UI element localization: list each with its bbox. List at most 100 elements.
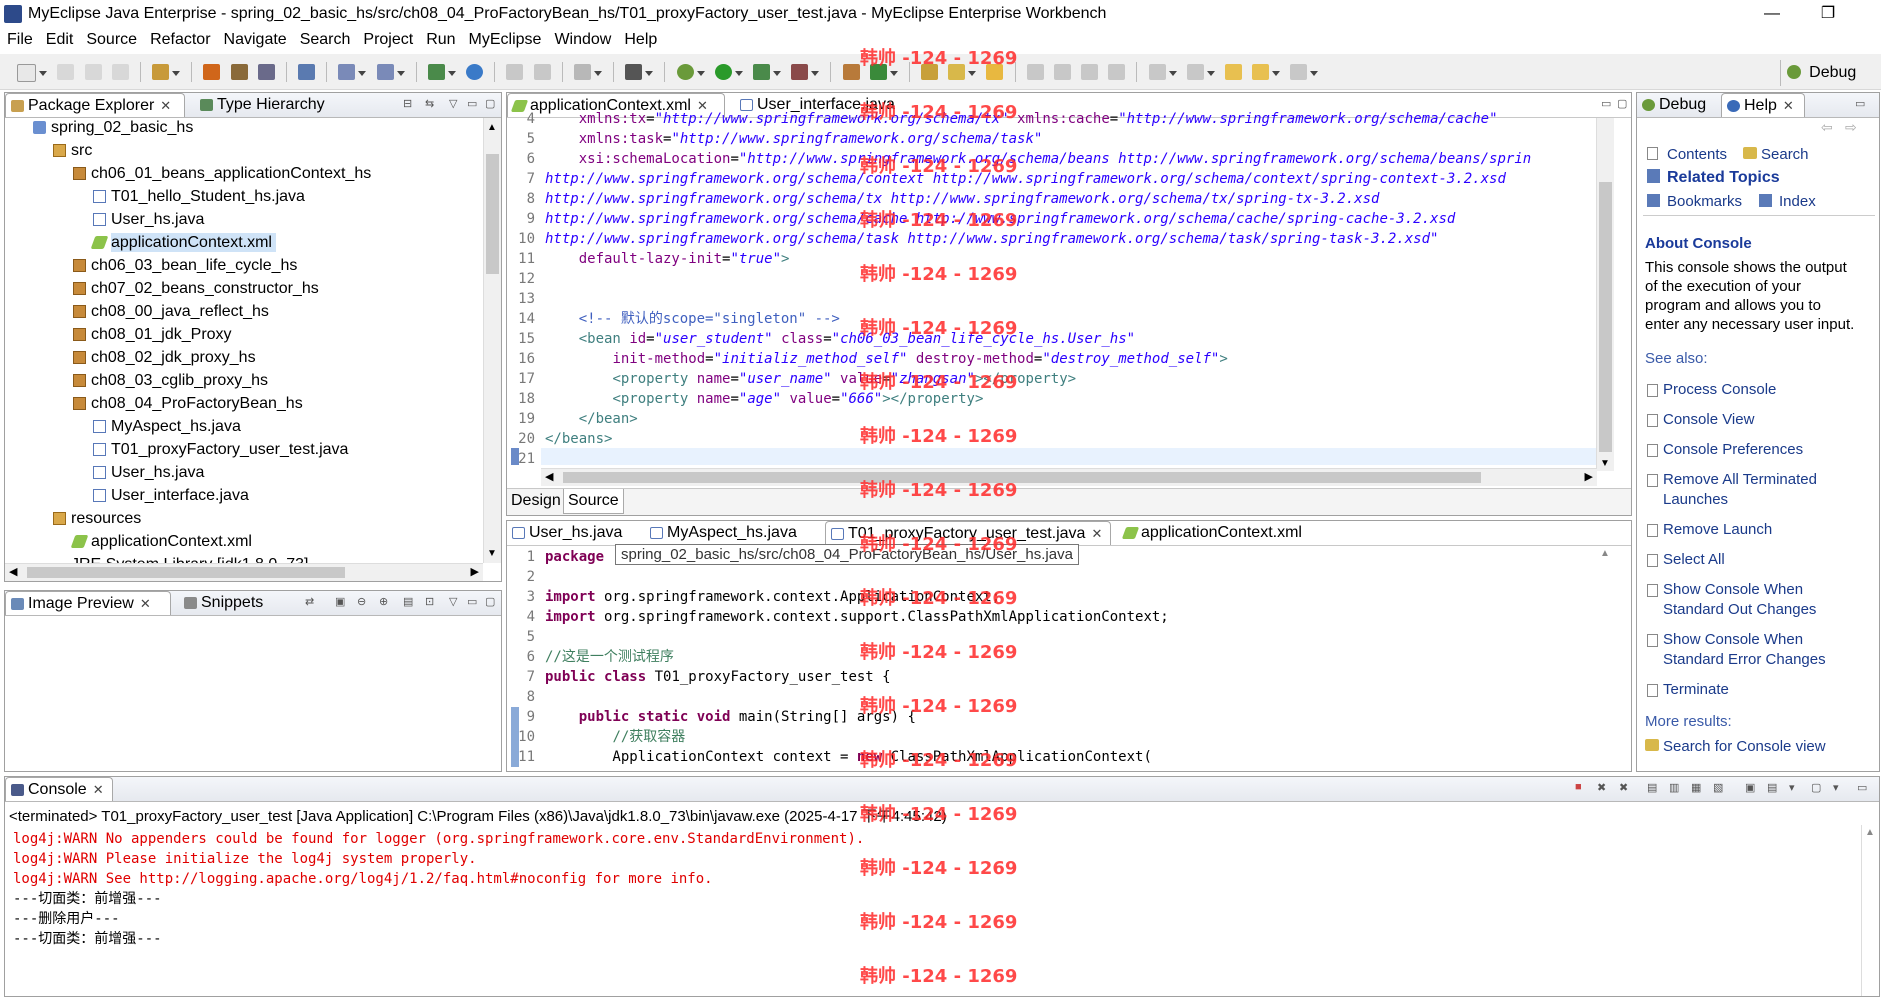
- help-topic-link[interactable]: Remove Launch: [1663, 521, 1772, 538]
- tree-node[interactable]: ch06_03_bean_life_cycle_hs: [73, 256, 297, 275]
- chevron-down-icon[interactable]: [696, 71, 705, 76]
- menu-refactor[interactable]: Refactor: [143, 28, 216, 49]
- menu-run[interactable]: Run: [419, 28, 461, 49]
- last-edit-icon[interactable]: [1224, 64, 1242, 80]
- java-vertical-scrollbar[interactable]: ▲: [1597, 546, 1614, 771]
- minimize-view-icon[interactable]: ▭: [467, 595, 477, 608]
- block-icon[interactable]: [1081, 64, 1099, 80]
- help-topic-link[interactable]: Show Console When: [1663, 631, 1803, 648]
- chevron-down-icon[interactable]: [889, 71, 898, 76]
- chevron-down-icon[interactable]: [396, 71, 405, 76]
- close-icon[interactable]: ✕: [1783, 98, 1794, 113]
- help-topic-link[interactable]: Remove All Terminated: [1663, 471, 1817, 488]
- fit-window-icon[interactable]: ⊡: [425, 595, 434, 608]
- contents-link[interactable]: Contents: [1667, 146, 1727, 163]
- zoom-in-icon[interactable]: ⊕: [379, 595, 388, 608]
- chevron-down-icon[interactable]: [1168, 71, 1177, 76]
- menu-myeclipse[interactable]: MyEclipse: [462, 28, 548, 49]
- tree-node[interactable]: User_interface.java: [93, 486, 249, 505]
- tab-image-preview[interactable]: Image Preview ✕: [5, 591, 171, 615]
- help-topic-link[interactable]: Select All: [1663, 551, 1725, 568]
- paragraph-icon[interactable]: [1108, 64, 1126, 80]
- tree-node[interactable]: src: [53, 141, 92, 160]
- tree-node[interactable]: User_hs.java: [93, 463, 204, 482]
- prev-annotation-icon[interactable]: [1186, 64, 1204, 80]
- tree-node[interactable]: ch08_02_jdk_proxy_hs: [73, 348, 256, 367]
- tree-node[interactable]: MyAspect_hs.java: [93, 417, 241, 436]
- chevron-down-icon[interactable]: [358, 71, 367, 76]
- external-tools-icon[interactable]: [791, 64, 809, 80]
- tab-type-hierarchy[interactable]: Type Hierarchy: [195, 93, 345, 117]
- tab-design[interactable]: Design: [511, 492, 561, 510]
- tree-node[interactable]: T01_proxyFactory_user_test.java: [93, 440, 348, 459]
- chevron-down-icon[interactable]: [1206, 71, 1215, 76]
- chevron-down-icon[interactable]: [772, 71, 781, 76]
- link-editor-icon[interactable]: ⇆: [425, 97, 434, 110]
- zoom-out-icon[interactable]: ⊖: [357, 595, 366, 608]
- link-icon[interactable]: [573, 64, 591, 80]
- menu-source[interactable]: Source: [79, 28, 143, 49]
- tree-horizontal-scrollbar[interactable]: ◀ ▶: [5, 563, 483, 581]
- tree-node-selected[interactable]: applicationContext.xml: [90, 233, 276, 252]
- xml-vertical-scrollbar[interactable]: ▼: [1596, 118, 1614, 471]
- tab-console[interactable]: Console ✕: [5, 777, 113, 801]
- menu-search[interactable]: Search: [293, 28, 357, 49]
- help-topic-link[interactable]: Console Preferences: [1663, 441, 1803, 458]
- index-link[interactable]: Index: [1779, 193, 1816, 210]
- scroll-lock-icon[interactable]: ▥: [1669, 781, 1679, 794]
- database-icon[interactable]: [257, 64, 275, 80]
- chevron-down-icon[interactable]: [172, 71, 181, 76]
- help-topic-link[interactable]: Standard Out Changes: [1663, 601, 1816, 618]
- help-topic-link[interactable]: Show Console When: [1663, 581, 1803, 598]
- show-on-output-icon[interactable]: ▧: [1713, 781, 1723, 794]
- close-icon[interactable]: ✕: [1091, 526, 1102, 541]
- view-menu-icon[interactable]: ▽: [449, 97, 457, 110]
- bookmarks-link[interactable]: Bookmarks: [1667, 193, 1742, 210]
- next-annotation-icon[interactable]: [1148, 64, 1166, 80]
- chevron-down-icon[interactable]: [447, 71, 456, 76]
- chevron-down-icon[interactable]: [39, 71, 48, 76]
- tree-node[interactable]: ch07_02_beans_constructor_hs: [73, 279, 319, 298]
- save-all-icon[interactable]: [84, 64, 102, 80]
- refresh-icon[interactable]: ⇄: [305, 595, 314, 608]
- minimize-view-icon[interactable]: ▭: [467, 97, 477, 110]
- tree-node[interactable]: ch08_00_java_reflect_hs: [73, 302, 269, 321]
- menu-navigate[interactable]: Navigate: [217, 28, 293, 49]
- tree-node[interactable]: applicationContext.xml: [70, 532, 252, 551]
- help-topic-link[interactable]: Console View: [1663, 411, 1754, 428]
- chevron-down-icon[interactable]: [811, 71, 820, 76]
- menu-help[interactable]: Help: [617, 28, 663, 49]
- globe-icon[interactable]: [466, 64, 484, 80]
- tab-myaspect-hs-java[interactable]: MyAspect_hs.java: [645, 521, 817, 545]
- close-icon[interactable]: ✕: [160, 98, 171, 113]
- chevron-down-icon[interactable]: ▾: [1833, 781, 1839, 794]
- tree-node[interactable]: User_hs.java: [93, 210, 204, 229]
- close-icon[interactable]: ✕: [140, 596, 151, 611]
- terminate-icon[interactable]: ■: [1575, 781, 1582, 793]
- restore-button[interactable]: ❐: [1808, 2, 1848, 26]
- package-icon[interactable]: [230, 64, 248, 80]
- clear-console-icon[interactable]: ▤: [1647, 781, 1657, 794]
- forward-icon[interactable]: [1290, 64, 1308, 80]
- close-icon[interactable]: ✕: [93, 782, 104, 797]
- chevron-down-icon[interactable]: [1310, 71, 1319, 76]
- menu-window[interactable]: Window: [547, 28, 617, 49]
- tree-node[interactable]: ch08_01_jdk_Proxy: [73, 325, 232, 344]
- tree-node[interactable]: ch08_04_ProFactoryBean_hs: [73, 394, 303, 413]
- tree-node[interactable]: ch06_01_beans_applicationContext_hs: [73, 164, 371, 183]
- actual-size-icon[interactable]: ▤: [403, 595, 413, 608]
- tab-user-hs-java[interactable]: User_hs.java: [507, 521, 637, 545]
- help-topic-link[interactable]: Standard Error Changes: [1663, 651, 1826, 668]
- chevron-down-icon[interactable]: [645, 71, 654, 76]
- maximize-view-icon[interactable]: ▢: [1617, 97, 1627, 110]
- tab-help[interactable]: Help ✕: [1721, 93, 1805, 117]
- new-icon[interactable]: [17, 64, 37, 82]
- toggle-icon[interactable]: [506, 64, 524, 80]
- remove-launch-icon[interactable]: ✖: [1597, 781, 1606, 794]
- run-tools-icon[interactable]: [752, 64, 770, 80]
- maximize-view-icon[interactable]: ▢: [485, 97, 495, 110]
- wizard-icon[interactable]: [338, 64, 356, 80]
- tab-snippets[interactable]: Snippets: [179, 591, 279, 615]
- xml-horizontal-scrollbar[interactable]: ◀ ▶: [541, 468, 1597, 486]
- xml-code-area[interactable]: 4 xmlns:tx="http://www.springframework.o…: [507, 111, 1597, 479]
